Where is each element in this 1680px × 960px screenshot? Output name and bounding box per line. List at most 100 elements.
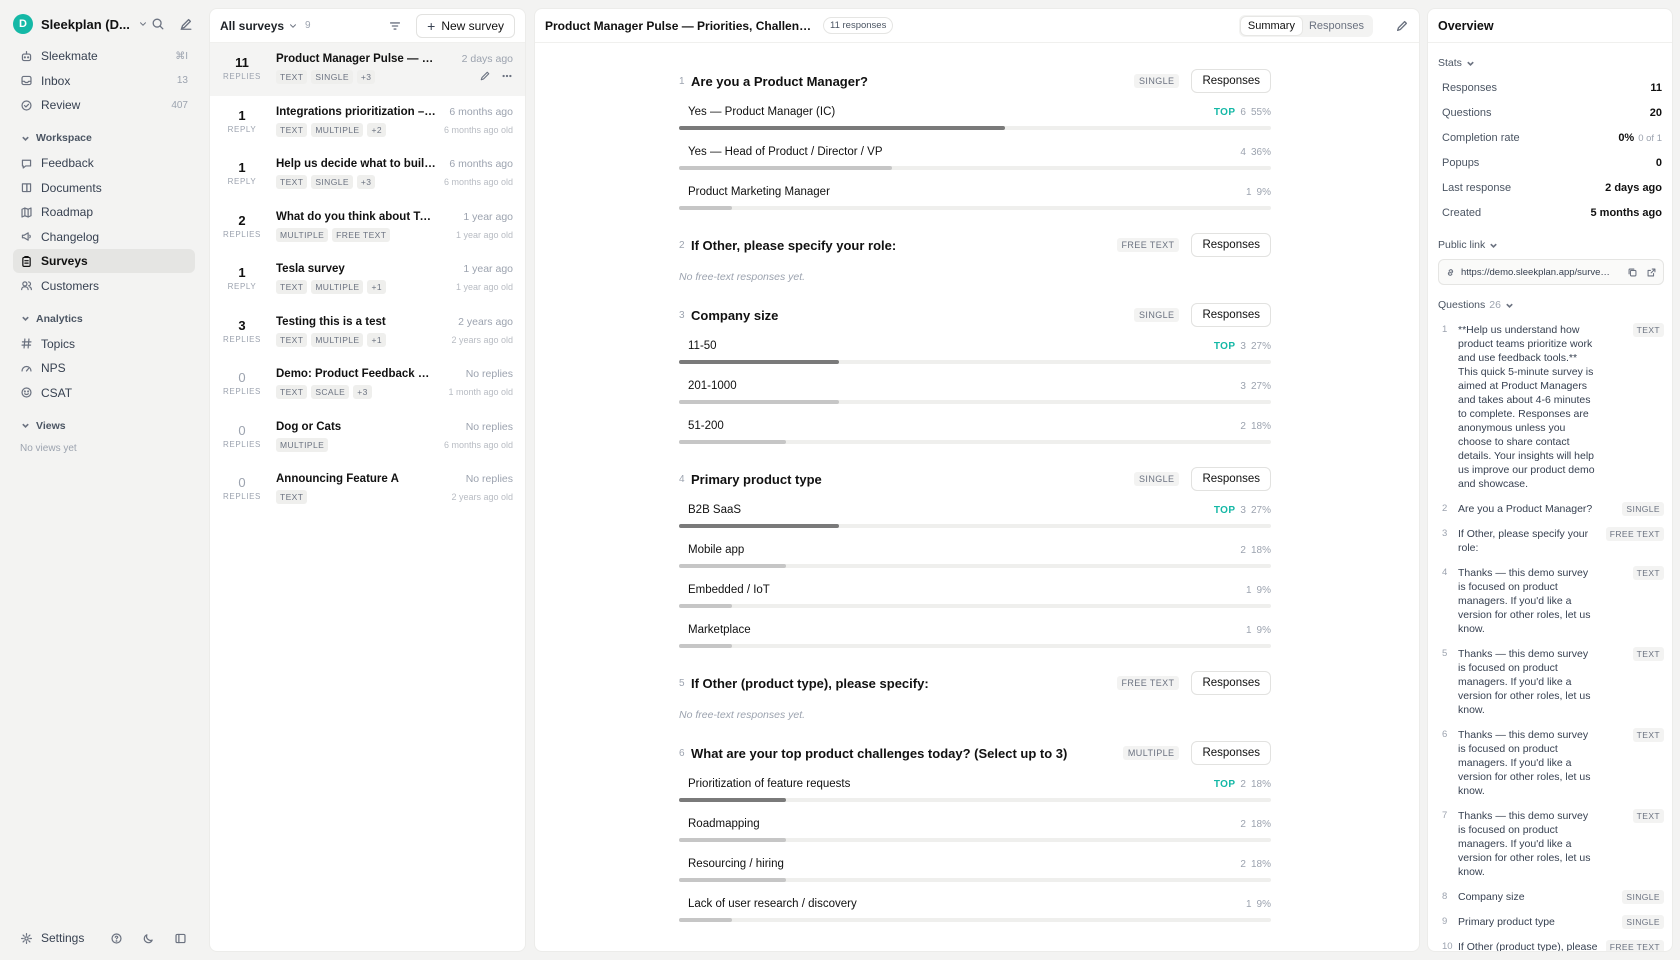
survey-row[interactable]: 1 REPLY Help us decide what to build ... TE…: [210, 148, 525, 201]
responses-button[interactable]: Responses: [1191, 467, 1271, 491]
workspace-avatar[interactable]: D: [13, 14, 33, 34]
views-group-toggle[interactable]: Views: [13, 415, 195, 437]
survey-row[interactable]: 0 REPLIES Dog or Cats MULTIPLE No replies 6 m…: [210, 411, 525, 464]
outline-question[interactable]: 7 Thanks — this demo survey is focused on…: [1428, 809, 1672, 879]
chevron-down-icon[interactable]: [288, 21, 298, 31]
survey-row[interactable]: 1 REPLY Tesla survey TEXT MULTIPLE +1 1 year a…: [210, 253, 525, 306]
edit-icon[interactable]: [479, 70, 491, 82]
outline-question[interactable]: 8 Company size SINGLE: [1428, 890, 1672, 904]
questions-toggle[interactable]: Questions 26: [1428, 299, 1672, 311]
survey-row-meta: 1 year ago 1 year ago old: [456, 201, 513, 254]
outline-question[interactable]: 5 Thanks — this demo survey is focused on…: [1428, 647, 1672, 717]
sidebar-item-sleekmate[interactable]: Sleekmate ⌘I: [13, 44, 195, 68]
question-number: 2: [679, 239, 685, 251]
outline-question[interactable]: 10 If Other (product type), please specif…: [1428, 940, 1672, 951]
gear-icon: [21, 932, 32, 944]
responses-button[interactable]: Responses: [1191, 69, 1271, 93]
responses-button[interactable]: Responses: [1191, 233, 1271, 257]
answer-stats: TOP 3 27%: [1214, 341, 1271, 352]
stat-value: 5 months ago: [1590, 207, 1662, 219]
answer-count: 2: [1240, 545, 1246, 556]
moon-icon[interactable]: [142, 932, 155, 945]
sidebar-item-topics[interactable]: Topics: [13, 332, 195, 356]
search-icon[interactable]: [151, 17, 165, 31]
responses-button[interactable]: Responses: [1191, 741, 1271, 765]
answer-bar-fill: [679, 206, 733, 210]
responses-button[interactable]: Responses: [1191, 303, 1271, 327]
external-link-icon[interactable]: [1646, 267, 1657, 278]
question-type-tags: MULTIPLE FREE TEXT: [276, 227, 436, 242]
public-link-toggle[interactable]: Public link: [1428, 239, 1672, 251]
outline-question-text: Thanks — this demo survey is focused on …: [1458, 567, 1591, 635]
survey-row[interactable]: 11 REPLIES Product Manager Pulse — Pr... TE…: [210, 43, 525, 96]
survey-row[interactable]: 2 REPLIES What do you think about Tesla MUL…: [210, 201, 525, 254]
sidebar-item-csat[interactable]: CSAT: [13, 381, 195, 405]
sidebar-item-documents[interactable]: Documents: [13, 176, 195, 200]
copy-icon[interactable]: [1627, 267, 1638, 278]
sidebar-item-surveys[interactable]: Surveys: [13, 249, 195, 273]
answer-stats: 1 9%: [1246, 899, 1271, 910]
outline-question[interactable]: 9 Primary product type SINGLE: [1428, 915, 1672, 929]
sidebar-item-customers[interactable]: Customers: [13, 274, 195, 298]
more-icon[interactable]: [501, 70, 513, 82]
sidebar-item-feedback[interactable]: Feedback: [13, 151, 195, 175]
survey-row[interactable]: 0 REPLIES Demo: Product Feedback Sur... TEX…: [210, 358, 525, 411]
survey-row-body: What do you think about Tesla MULTIPLE FRE…: [276, 201, 436, 254]
stat-extra: 0 of 1: [1638, 132, 1662, 144]
answer-stats: 2 18%: [1240, 545, 1271, 556]
survey-filter-dropdown[interactable]: All surveys: [220, 19, 284, 33]
stat-value: 2 days ago: [1605, 182, 1662, 194]
edit-icon[interactable]: [1395, 19, 1409, 33]
workspace-group-toggle[interactable]: Workspace: [13, 127, 195, 149]
outline-question-number: 1: [1442, 324, 1448, 335]
answer-bar-fill: [679, 126, 1005, 130]
question-type-tag: MULTIPLE: [311, 122, 364, 137]
answer-label: 201-1000: [688, 380, 737, 392]
last-reply-time: 2 years ago: [458, 315, 513, 328]
survey-row[interactable]: 3 REPLIES Testing this is a test TEXT MULTIP…: [210, 306, 525, 359]
stat-label: Popups: [1442, 156, 1480, 169]
answer-stats: 4 36%: [1240, 147, 1271, 158]
help-icon[interactable]: [110, 932, 123, 945]
answer-option: Yes — Product Manager (IC) TOP 6 55%: [679, 93, 1271, 133]
survey-row-meta: No replies 1 month ago old: [448, 358, 513, 411]
survey-row[interactable]: 1 REPLY Integrations prioritization – t...…: [210, 96, 525, 149]
new-survey-button[interactable]: + New survey: [416, 13, 515, 38]
compose-icon[interactable]: [179, 17, 193, 31]
sidebar-item-label: NPS: [41, 361, 66, 375]
responses-button[interactable]: Responses: [1191, 671, 1271, 695]
filter-icon[interactable]: [388, 19, 402, 33]
sidebar-item-review[interactable]: Review 407: [13, 93, 195, 117]
outline-question[interactable]: 1 **Help us understand how product teams …: [1428, 323, 1672, 491]
public-link-url[interactable]: https://demo.sleekplan.app/survey...: [1461, 267, 1611, 278]
sidebar-item-label: Documents: [41, 180, 102, 195]
no-responses-text: No free-text responses yet.: [679, 271, 806, 283]
outline-question-number: 2: [1442, 503, 1448, 514]
outline-question[interactable]: 3 If Other, please specify your role: FREE…: [1428, 527, 1672, 555]
outline-question[interactable]: 6 Thanks — this demo survey is focused on…: [1428, 728, 1672, 798]
answer-stats: 1 9%: [1246, 187, 1271, 198]
question-type-tags: TEXT SCALE +3: [276, 385, 436, 399]
question-type-badge: SINGLE: [1134, 472, 1180, 486]
stats-toggle[interactable]: Stats: [1428, 57, 1672, 69]
sidebar-item-inbox[interactable]: Inbox 13: [13, 69, 195, 93]
tab-summary[interactable]: Summary: [1240, 16, 1302, 35]
sidebar-item-label: Feedback: [41, 156, 94, 170]
sidebar-item-roadmap[interactable]: Roadmap: [13, 200, 195, 224]
chevron-down-icon[interactable]: [138, 19, 148, 29]
analytics-group-toggle[interactable]: Analytics: [13, 308, 195, 330]
survey-detail-header: Product Manager Pulse — Priorities, Chal…: [535, 9, 1419, 43]
reply-count: 0 REPLIES: [222, 463, 262, 516]
survey-row[interactable]: 0 REPLIES Announcing Feature A TEXT No repli…: [210, 463, 525, 516]
tab-responses[interactable]: Responses: [1302, 17, 1371, 35]
question-header: 6 What are your top product challenges to…: [679, 741, 1271, 765]
outline-question[interactable]: 4 Thanks — this demo survey is focused on…: [1428, 566, 1672, 636]
settings-link[interactable]: Settings: [41, 931, 84, 945]
sidebar-item-changelog[interactable]: Changelog: [13, 225, 195, 249]
last-reply-time: No replies: [465, 368, 513, 380]
outline-question[interactable]: 2 Are you a Product Manager? SINGLE: [1428, 502, 1672, 516]
answer-stats: 2 18%: [1240, 819, 1271, 830]
sidebar-item-nps[interactable]: NPS: [13, 356, 195, 380]
sidebar-toggle-icon[interactable]: [174, 932, 187, 945]
workspace-name[interactable]: Sleekplan (D...: [41, 17, 130, 32]
